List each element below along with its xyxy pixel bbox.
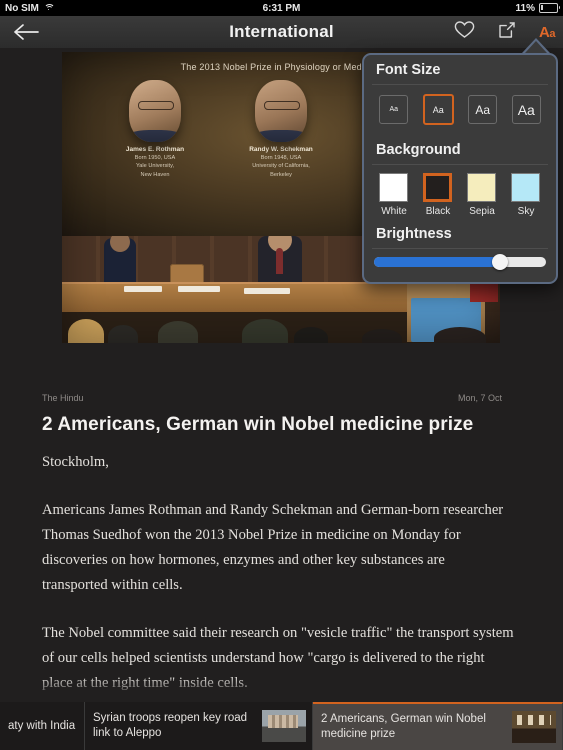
article-paragraph: Stockholm, xyxy=(42,454,109,470)
brightness-slider-fill xyxy=(374,257,500,267)
audience-head xyxy=(362,329,402,343)
reader-settings-popover: Font Size Aa Aa Aa Aa Background White B… xyxy=(362,53,558,284)
favorite-button[interactable] xyxy=(454,20,475,44)
article-headline: 2 Americans, German win Nobel medicine p… xyxy=(42,414,474,435)
share-button[interactable] xyxy=(497,20,517,45)
laureate-born: Born 1950, USA xyxy=(134,155,176,162)
brightness-section-title: Brightness xyxy=(376,226,452,242)
background-option-sky[interactable]: Sky xyxy=(511,173,541,217)
audience-head xyxy=(434,327,486,343)
background-options: White Black Sepia Sky xyxy=(364,165,556,219)
laureate-1: James E. Rothman Born 1950, USA Yale Uni… xyxy=(115,80,195,230)
brightness-control xyxy=(364,249,556,270)
carousel-item-title: Syrian troops reopen key road link to Al… xyxy=(93,712,248,739)
heart-icon xyxy=(454,21,475,38)
laureate-city: New Haven xyxy=(140,171,170,178)
paper xyxy=(244,288,290,294)
paper xyxy=(124,286,162,292)
font-size-option-3[interactable]: Aa xyxy=(468,95,498,124)
carousel-item-thumbnail xyxy=(262,710,306,742)
background-option-white[interactable]: White xyxy=(379,173,409,217)
background-label: White xyxy=(381,206,407,217)
carousel-item-previous[interactable]: aty with India xyxy=(0,702,85,750)
popover-caret xyxy=(522,38,550,53)
carousel-item-title: aty with India xyxy=(8,719,76,732)
article-body: Stockholm, Americans James Rothman and R… xyxy=(42,450,514,702)
background-option-sepia[interactable]: Sepia xyxy=(467,173,497,217)
battery-percent-label: 11% xyxy=(515,2,535,14)
portrait-photo xyxy=(129,80,181,142)
battery-icon xyxy=(539,3,560,13)
audience-silhouettes xyxy=(62,309,500,343)
carousel-item-thumbnail xyxy=(512,711,556,743)
camera-silhouette xyxy=(158,321,198,343)
laureate-born: Born 1948, USA xyxy=(260,155,302,162)
paper xyxy=(178,286,220,292)
background-option-black-selected[interactable]: Black xyxy=(423,173,453,217)
photo-credits: The Hindu Mon, 7 Oct xyxy=(42,393,502,409)
brightness-slider[interactable] xyxy=(374,254,546,270)
carousel-item-title: 2 Americans, German win Nobel medicine p… xyxy=(321,713,486,740)
swatch-sepia xyxy=(467,173,496,202)
font-size-section-title: Font Size xyxy=(376,62,441,78)
font-size-option-4[interactable]: Aa xyxy=(511,95,541,124)
swatch-white xyxy=(379,173,408,202)
font-size-options: Aa Aa Aa Aa xyxy=(364,85,556,135)
status-bar-clock: 6:31 PM xyxy=(262,2,301,14)
background-label: Sky xyxy=(517,206,535,217)
status-bar-right: 11% xyxy=(515,2,560,14)
background-label: Sepia xyxy=(469,206,495,217)
share-icon xyxy=(499,21,515,38)
swatch-sky xyxy=(511,173,540,202)
aa-icon-small: a xyxy=(549,27,555,40)
article-paragraph: Americans James Rothman and Randy Schekm… xyxy=(42,502,504,593)
article-date: Mon, 7 Oct xyxy=(457,393,502,403)
laureate-affiliation: University of California, xyxy=(252,163,310,170)
laureate-name: James E. Rothman xyxy=(125,146,185,153)
article-paragraph: The Nobel committee said their research … xyxy=(42,625,514,691)
laureate-2: Randy W. Schekman Born 1948, USA Univers… xyxy=(241,80,321,230)
audience-head xyxy=(108,325,138,343)
font-size-option-2-selected[interactable]: Aa xyxy=(422,94,454,125)
photo-source: The Hindu xyxy=(42,393,84,403)
laureate-city: Berkeley xyxy=(270,171,292,178)
background-label: Black xyxy=(425,206,451,217)
swatch-black xyxy=(423,173,452,202)
font-size-option-1[interactable]: Aa xyxy=(379,95,409,124)
carousel-item-nobel-active[interactable]: 2 Americans, German win Nobel medicine p… xyxy=(313,702,563,750)
audience-head xyxy=(68,319,104,343)
article-carousel: aty with India Syrian troops reopen key … xyxy=(0,702,563,750)
reader-app: No SIM 6:31 PM 11% International Aa The … xyxy=(0,0,563,750)
portrait-photo xyxy=(255,80,307,142)
brightness-slider-thumb[interactable] xyxy=(491,254,508,270)
carousel-item-aleppo[interactable]: Syrian troops reopen key road link to Al… xyxy=(85,702,313,750)
necktie xyxy=(276,248,283,274)
audience-head xyxy=(294,327,328,343)
laureate-name: Randy W. Schekman xyxy=(249,146,313,153)
background-section-title: Background xyxy=(376,142,461,158)
laureate-affiliation: Yale University, xyxy=(135,163,175,170)
camera-silhouette xyxy=(242,319,288,343)
navigation-bar: International Aa xyxy=(0,16,563,49)
status-bar: No SIM 6:31 PM 11% xyxy=(0,0,563,16)
